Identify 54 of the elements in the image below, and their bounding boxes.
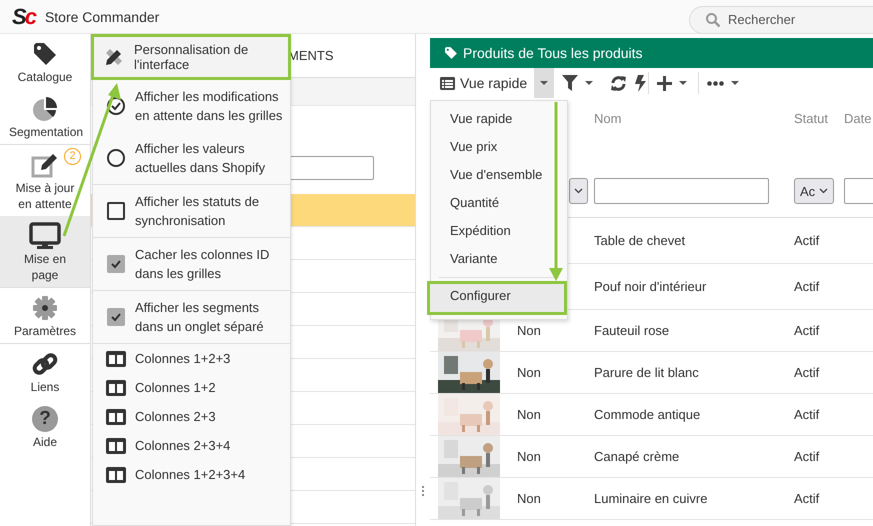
product-name-cell: Commode antique — [594, 407, 700, 422]
menu-item[interactable]: Afficher les statuts de synchronisation — [93, 184, 290, 237]
product-name-cell: Table de chevet — [594, 233, 686, 248]
menu-item[interactable]: Cacher les colonnes ID dans les grilles — [93, 237, 290, 290]
view-button[interactable]: Vue rapide — [437, 68, 532, 98]
status-cell: Actif — [794, 323, 820, 338]
menu-item[interactable]: Vue prix — [431, 133, 567, 161]
menu-item[interactable]: Configurer — [427, 281, 567, 315]
count-badge: 2 — [64, 148, 81, 165]
menu-item[interactable]: Colonnes 1+2+3+4 — [93, 460, 290, 489]
status-cell: Actif — [794, 407, 820, 422]
help-icon: ? — [32, 406, 58, 432]
status-cell: Actif — [794, 279, 820, 294]
sidebar-item[interactable]: Mise en page — [0, 216, 90, 287]
published-cell: Non — [517, 365, 541, 380]
status-cell: Actif — [794, 491, 820, 506]
menu-item[interactable]: Vue d'ensemble — [431, 161, 567, 189]
column-header[interactable]: Date — [844, 110, 872, 126]
menu-item[interactable]: Variante — [431, 245, 567, 273]
status-cell: Actif — [794, 233, 820, 248]
menu-item[interactable]: Colonnes 2+3+4 — [93, 431, 290, 460]
sidebar-item[interactable]: Catalogue — [0, 34, 90, 89]
menu-item[interactable]: Colonnes 2+3 — [93, 402, 290, 431]
menu-item[interactable]: Vue rapide — [431, 105, 567, 133]
status-cell: Actif — [794, 449, 820, 464]
status-filter-select[interactable]: Ac — [794, 178, 834, 204]
product-name-cell: Fauteuil rose — [594, 323, 670, 338]
product-name-cell: Parure de lit blanc — [594, 365, 699, 380]
product-name-cell: Luminaire en cuivre — [594, 491, 708, 506]
sidebar-item[interactable]: Segmentation — [0, 89, 90, 144]
sidebar-item[interactable]: ? Aide — [0, 399, 90, 454]
status-cell: Actif — [794, 365, 820, 380]
menu-item[interactable]: Afficher les segments dans un onglet séparé — [93, 290, 290, 343]
logo: Sc — [12, 4, 35, 28]
published-cell: Non — [517, 491, 541, 506]
menu-item[interactable]: Expédition — [431, 217, 567, 245]
sidebar-item[interactable]: Liens — [0, 343, 90, 399]
app-title: Store Commander — [44, 8, 160, 24]
menu-item[interactable]: Personnalisation de l'interface — [91, 34, 291, 80]
menu-item[interactable]: Colonnes 1+2+3 — [93, 343, 290, 373]
published-cell: Non — [517, 407, 541, 422]
column-header[interactable]: Nom — [594, 110, 622, 126]
product-name-cell: Pouf noir d'intérieur — [594, 279, 706, 294]
published-cell: Non — [517, 449, 541, 464]
panel-title: Produits de Tous les produits — [463, 45, 643, 61]
menu-item[interactable]: Quantité — [431, 189, 567, 217]
menu-item[interactable]: Colonnes 1+2 — [93, 373, 290, 402]
menu-item[interactable]: Afficher les valeurs actuelles dans Shopify — [93, 132, 290, 184]
search-field[interactable]: Rechercher — [689, 6, 873, 34]
column-header[interactable]: Statut — [794, 110, 828, 126]
published-cell: Non — [517, 323, 541, 338]
sidebar-item[interactable]: Paramètres — [0, 287, 90, 343]
product-name-cell: Canapé crème — [594, 449, 680, 464]
menu-item[interactable]: Afficher les modifications en attente dans les grilles — [93, 80, 290, 132]
